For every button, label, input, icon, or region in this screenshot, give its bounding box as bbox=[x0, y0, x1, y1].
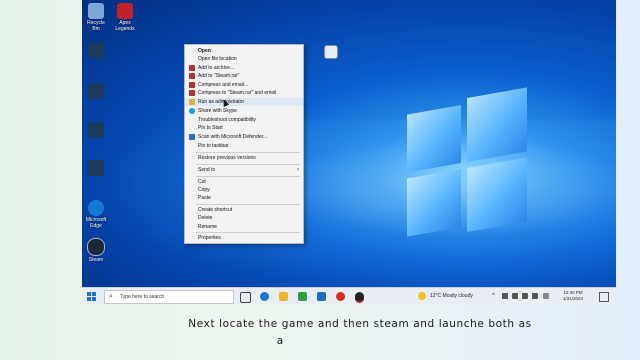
wallpaper-light-beam bbox=[82, 120, 616, 290]
menu-item-delete[interactable]: Delete bbox=[185, 214, 303, 222]
mail-icon[interactable] bbox=[317, 292, 326, 301]
menu-item-compress-rar-email[interactable]: Compress to "Steam.rar" and email bbox=[185, 89, 303, 97]
app-shortcut-icon[interactable] bbox=[83, 122, 109, 138]
windows-start-icon[interactable] bbox=[87, 292, 96, 301]
menu-item-copy[interactable]: Copy bbox=[185, 186, 303, 194]
menu-separator bbox=[196, 232, 300, 233]
system-clock[interactable]: 12:40 PM 1/31/2024 bbox=[558, 290, 588, 302]
menu-item-open[interactable]: Open bbox=[185, 47, 303, 55]
menu-item-run-as-administrator[interactable]: Run as administrator bbox=[185, 98, 303, 106]
edge-icon[interactable]: Microsoft Edge bbox=[83, 200, 109, 229]
menu-item-pin-taskbar[interactable]: Pin to taskbar bbox=[185, 142, 303, 150]
apex-legends-icon[interactable]: Apex Legends bbox=[112, 3, 138, 32]
menu-item-send-to[interactable]: Send to › bbox=[185, 166, 303, 174]
chevron-right-icon: › bbox=[297, 167, 299, 173]
search-box[interactable]: ⌕ Type here to search bbox=[104, 290, 234, 304]
caption-line-1: Next locate the game and then steam and … bbox=[188, 318, 532, 330]
edge-icon[interactable] bbox=[260, 292, 269, 301]
winrar-icon bbox=[189, 82, 195, 88]
menu-separator bbox=[196, 176, 300, 177]
menu-item-cut[interactable]: Cut bbox=[185, 178, 303, 186]
winrar-icon bbox=[189, 65, 195, 71]
menu-separator bbox=[196, 204, 300, 205]
weather-text[interactable]: 12°C Mostly cloudy bbox=[430, 292, 473, 300]
menu-item-create-shortcut[interactable]: Create shortcut bbox=[185, 206, 303, 214]
windows-wallpaper-logo bbox=[407, 87, 527, 243]
context-menu: Open Open file location Add to archive..… bbox=[184, 44, 304, 244]
menu-item-restore-versions[interactable]: Restore previous versions bbox=[185, 154, 303, 162]
menu-item-rename[interactable]: Rename bbox=[185, 223, 303, 231]
menu-item-open-file-location[interactable]: Open file location bbox=[185, 55, 303, 63]
battery-icon[interactable] bbox=[512, 293, 518, 299]
store-icon[interactable] bbox=[298, 292, 307, 301]
menu-separator bbox=[196, 152, 300, 153]
search-icon: ⌕ bbox=[109, 293, 113, 300]
menu-item-compress-email[interactable]: Compress and email... bbox=[185, 81, 303, 89]
steam-icon[interactable]: Steam bbox=[83, 238, 109, 263]
volume-icon[interactable] bbox=[532, 293, 538, 299]
app-icon[interactable] bbox=[355, 292, 364, 303]
skype-icon bbox=[189, 108, 195, 114]
menu-item-properties[interactable]: Properties bbox=[185, 234, 303, 242]
desktop-screen: Recycle Bin Apex Legends Microsoft Edge … bbox=[82, 0, 616, 304]
network-icon[interactable] bbox=[502, 293, 508, 299]
app-shortcut-icon[interactable] bbox=[83, 42, 109, 58]
menu-item-paste[interactable]: Paste bbox=[185, 194, 303, 202]
task-view-icon[interactable] bbox=[240, 292, 251, 303]
menu-item-add-to-rar[interactable]: Add to "Steam.rar" bbox=[185, 72, 303, 80]
app-shortcut-icon[interactable] bbox=[83, 83, 109, 99]
menu-separator bbox=[196, 164, 300, 165]
wifi-icon[interactable] bbox=[522, 293, 528, 299]
winrar-icon bbox=[189, 90, 195, 96]
app-shortcut-icon[interactable] bbox=[83, 160, 109, 176]
notification-icon[interactable] bbox=[599, 292, 609, 302]
recycle-bin-icon[interactable]: Recycle Bin bbox=[83, 3, 109, 32]
file-shortcut-icon[interactable] bbox=[318, 45, 344, 59]
menu-item-troubleshoot[interactable]: Troubleshoot compatibility bbox=[185, 116, 303, 124]
weather-icon bbox=[418, 292, 426, 300]
winrar-icon bbox=[189, 73, 195, 79]
chevron-up-icon[interactable]: ^ bbox=[492, 293, 498, 299]
shield-icon bbox=[189, 99, 195, 105]
menu-item-scan-defender[interactable]: Scan with Microsoft Defender... bbox=[185, 133, 303, 141]
menu-item-share-skype[interactable]: Share with Skype bbox=[185, 107, 303, 115]
caption-line-2: a bbox=[276, 335, 284, 347]
keyboard-icon[interactable] bbox=[543, 293, 549, 299]
taskbar: ⌕ Type here to search 12°C Mostly cloudy… bbox=[82, 287, 616, 304]
menu-item-pin-start[interactable]: Pin to Start bbox=[185, 124, 303, 132]
defender-icon bbox=[189, 134, 195, 140]
menu-item-add-to-archive[interactable]: Add to archive... bbox=[185, 64, 303, 72]
chrome-icon[interactable] bbox=[336, 292, 345, 301]
file-explorer-icon[interactable] bbox=[279, 292, 288, 301]
